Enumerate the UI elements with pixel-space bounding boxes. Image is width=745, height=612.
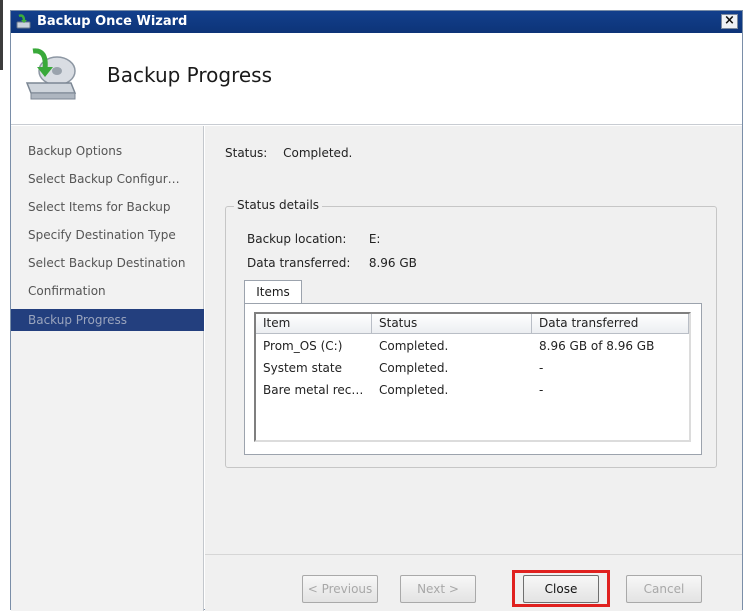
sidebar-item-backup-options[interactable]: Backup Options bbox=[11, 140, 204, 162]
wizard-header: Backup Progress bbox=[11, 33, 742, 125]
tab-items[interactable]: Items bbox=[244, 280, 302, 304]
backup-drive-icon bbox=[25, 48, 77, 100]
window-edge-mark bbox=[0, 0, 3, 70]
column-header-status[interactable]: Status bbox=[372, 314, 532, 334]
backup-location-row: Backup location: E: bbox=[247, 232, 380, 246]
previous-button[interactable]: < Previous bbox=[302, 575, 378, 603]
sidebar-item-backup-progress[interactable]: Backup Progress bbox=[11, 309, 204, 331]
sidebar-item-destination-type[interactable]: Specify Destination Type bbox=[11, 224, 204, 246]
data-transferred-value: 8.96 GB bbox=[368, 256, 417, 270]
row-item-cell: System state bbox=[263, 361, 342, 375]
window-close-button[interactable]: × bbox=[721, 14, 738, 29]
data-transferred-label: Data transferred: bbox=[247, 256, 351, 270]
table-row[interactable]: System state Completed. - bbox=[256, 357, 689, 379]
status-details-legend: Status details bbox=[234, 198, 323, 212]
items-list-header: Item Status Data transferred bbox=[256, 314, 689, 334]
close-button-highlight bbox=[512, 570, 610, 607]
sidebar-item-select-items[interactable]: Select Items for Backup bbox=[11, 196, 204, 218]
sidebar-item-select-backup-configuration[interactable]: Select Backup Configur… bbox=[11, 168, 204, 190]
cancel-button[interactable]: Cancel bbox=[626, 575, 702, 603]
title-bar[interactable]: Backup Once Wizard × bbox=[11, 11, 742, 33]
column-header-item[interactable]: Item bbox=[256, 314, 372, 334]
next-button[interactable]: Next > bbox=[400, 575, 476, 603]
sidebar-item-backup-destination[interactable]: Select Backup Destination bbox=[11, 252, 204, 274]
backup-location-value: E: bbox=[368, 232, 381, 246]
status-value: Completed. bbox=[283, 146, 353, 160]
page-title: Backup Progress bbox=[107, 63, 273, 87]
items-tab-panel: Item Status Data transferred Prom_OS (C:… bbox=[244, 303, 702, 455]
row-data-cell: - bbox=[539, 383, 544, 397]
backup-location-label: Backup location: bbox=[247, 232, 347, 246]
status-details-group: Status details Backup location: E: Data … bbox=[225, 198, 717, 468]
items-list[interactable]: Item Status Data transferred Prom_OS (C:… bbox=[254, 312, 691, 442]
sidebar-item-confirmation[interactable]: Confirmation bbox=[11, 280, 204, 302]
row-status-cell: Completed. bbox=[379, 361, 449, 375]
table-row[interactable]: Prom_OS (C:) Completed. 8.96 GB of 8.96 … bbox=[256, 335, 689, 357]
row-status-cell: Completed. bbox=[379, 383, 449, 397]
status-line: Status: Completed. bbox=[225, 146, 352, 160]
table-row[interactable]: Bare metal rec… Completed. - bbox=[256, 379, 689, 401]
wizard-content: Status: Completed. Status details Backup… bbox=[205, 126, 742, 611]
row-item-cell: Prom_OS (C:) bbox=[263, 339, 343, 353]
wizard-steps-sidebar: Backup Options Select Backup Configur… S… bbox=[11, 126, 204, 611]
footer-separator bbox=[205, 554, 742, 555]
data-transferred-row: Data transferred: 8.96 GB bbox=[247, 256, 417, 270]
window-title: Backup Once Wizard bbox=[37, 14, 188, 29]
row-item-cell: Bare metal rec… bbox=[263, 383, 364, 397]
status-label: Status: bbox=[225, 146, 268, 160]
row-status-cell: Completed. bbox=[379, 339, 449, 353]
column-header-data-transferred[interactable]: Data transferred bbox=[532, 314, 689, 334]
row-data-cell: - bbox=[539, 361, 544, 375]
backup-app-icon bbox=[16, 14, 31, 29]
row-data-cell: 8.96 GB of 8.96 GB bbox=[539, 339, 655, 353]
backup-once-wizard-window: Backup Once Wizard × Backup Progress Bac… bbox=[10, 10, 743, 611]
